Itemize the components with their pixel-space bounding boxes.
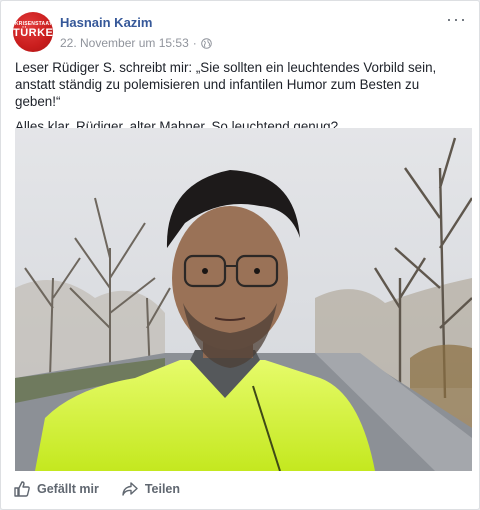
share-button[interactable]: Teilen (121, 480, 180, 498)
share-label: Teilen (144, 482, 181, 496)
share-arrow-icon (122, 482, 138, 496)
like-button[interactable]: Gefällt mir (13, 480, 99, 498)
post-actions: Gefällt mir Teilen (13, 479, 202, 499)
post-timestamp[interactable]: 22. November um 15:53 (60, 36, 189, 50)
post-paragraph: Leser Rüdiger S. schreibt mir: „Sie soll… (15, 60, 437, 109)
avatar[interactable]: KRISENSTAAT TÜRKEI (13, 12, 53, 52)
like-label: Gefällt mir (37, 482, 99, 496)
post-meta: 22. November um 15:53 · (60, 36, 212, 50)
thumbs-up-icon (14, 481, 30, 497)
meta-separator: · (192, 36, 197, 50)
more-options-icon[interactable]: ··· (446, 10, 467, 28)
avatar-text-main: TÜRKEI (13, 27, 53, 39)
post-photo[interactable] (15, 128, 472, 471)
post-card: KRISENSTAAT TÜRKEI Hasnain Kazim 22. Nov… (0, 0, 480, 510)
author-name[interactable]: Hasnain Kazim (60, 15, 152, 30)
post-header: KRISENSTAAT TÜRKEI Hasnain Kazim 22. Nov… (13, 10, 467, 56)
globe-icon[interactable] (200, 37, 212, 49)
